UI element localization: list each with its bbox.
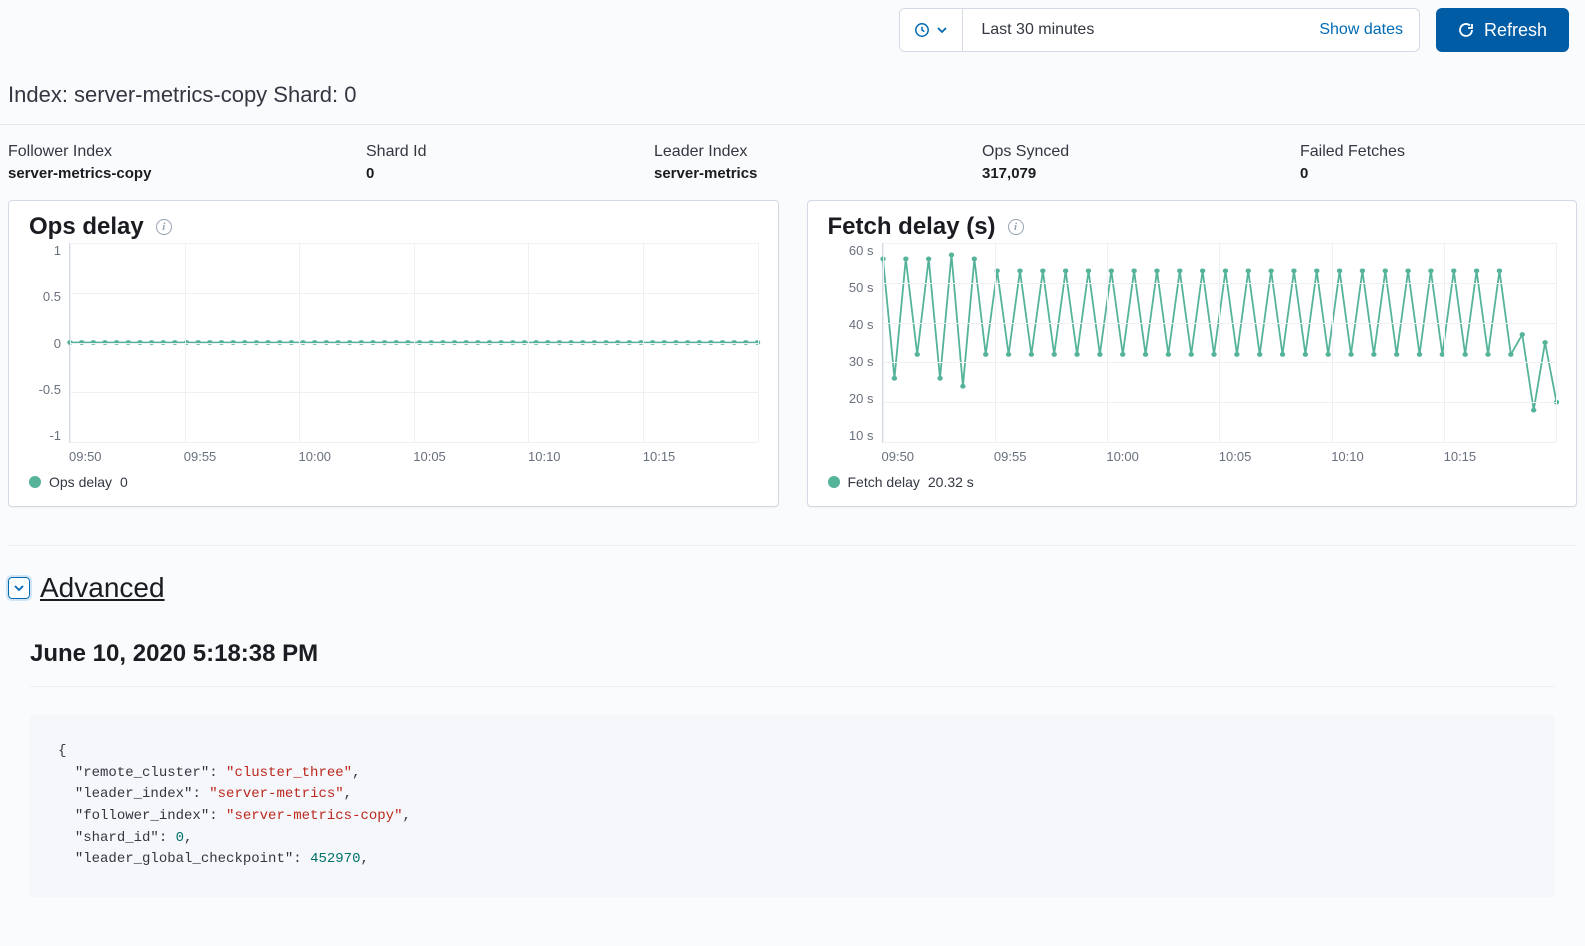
y-tick: -1 (49, 428, 61, 443)
x-tick: 10:10 (1331, 449, 1443, 464)
chart-title: Ops delay (29, 213, 144, 241)
y-tick: 40 s (849, 317, 874, 332)
advanced-timestamp: June 10, 2020 5:18:38 PM (0, 612, 1585, 686)
x-axis: 09:5009:5510:0010:0510:1010:15 (882, 443, 1557, 464)
stat-shard-id: Shard Id 0 (366, 143, 646, 182)
legend-color-dot (828, 476, 840, 488)
plot-area[interactable] (882, 243, 1557, 443)
stat-value: server-metrics (654, 165, 974, 182)
x-tick: 10:15 (1444, 449, 1556, 464)
stat-value: 0 (1300, 165, 1405, 182)
chart-legend: Ops delay 0 (29, 474, 758, 490)
stat-leader-index: Leader Index server-metrics (654, 143, 974, 182)
x-tick: 09:55 (994, 449, 1106, 464)
y-tick: 20 s (849, 391, 874, 406)
info-icon[interactable]: i (156, 219, 172, 235)
legend-name: Fetch delay (848, 474, 920, 490)
advanced-json-block: { "remote_cluster": "cluster_three", "le… (30, 715, 1555, 897)
x-tick: 10:05 (413, 449, 528, 464)
x-tick: 09:50 (69, 449, 184, 464)
stat-failed-fetches: Failed Fetches 0 (1300, 143, 1405, 182)
show-dates-link[interactable]: Show dates (1303, 9, 1419, 51)
y-axis: 60 s 50 s 40 s 30 s 20 s 10 s (828, 243, 882, 443)
stat-follower-index: Follower Index server-metrics-copy (8, 143, 358, 182)
chevron-down-icon (936, 24, 948, 36)
refresh-icon (1458, 22, 1474, 38)
chart-ops-delay: Ops delay i 10.50-0.5-1 09:5009:5510:001… (8, 200, 779, 507)
y-tick: 0.5 (43, 289, 61, 304)
advanced-toggle-button[interactable] (8, 577, 30, 599)
x-tick: 10:00 (1106, 449, 1218, 464)
clock-icon (914, 22, 930, 38)
x-axis: 09:5009:5510:0010:0510:1010:15 (69, 443, 758, 464)
date-range-picker[interactable]: Last 30 minutes Show dates (899, 8, 1420, 52)
stat-value: server-metrics-copy (8, 165, 358, 182)
y-tick: 50 s (849, 280, 874, 295)
y-tick: 0 (54, 336, 61, 351)
stat-value: 0 (366, 165, 646, 182)
x-tick: 09:55 (184, 449, 299, 464)
divider (30, 686, 1555, 687)
info-icon[interactable]: i (1008, 219, 1024, 235)
legend-value: 0 (120, 474, 128, 490)
stat-label: Leader Index (654, 143, 974, 161)
stats-row: Follower Index server-metrics-copy Shard… (0, 125, 1585, 188)
refresh-button[interactable]: Refresh (1436, 8, 1569, 52)
x-tick: 10:00 (299, 449, 414, 464)
date-quick-select-button[interactable] (900, 9, 963, 51)
chart-legend: Fetch delay 20.32 s (828, 474, 1557, 490)
y-tick: -0.5 (39, 382, 61, 397)
advanced-section-title[interactable]: Advanced (40, 572, 165, 604)
x-tick: 10:15 (643, 449, 758, 464)
stat-label: Follower Index (8, 143, 358, 161)
page-title: Index: server-metrics-copy Shard: 0 (0, 60, 1585, 125)
chart-row: Ops delay i 10.50-0.5-1 09:5009:5510:001… (0, 188, 1585, 515)
y-axis: 1 0.5 0 -0.5 -1 (29, 243, 69, 443)
refresh-button-label: Refresh (1484, 20, 1547, 41)
legend-color-dot (29, 476, 41, 488)
y-tick: 60 s (849, 243, 874, 258)
chart-fetch-delay: Fetch delay (s) i 60 s 50 s 40 s 30 s 20 s 10… (807, 200, 1578, 507)
legend-value: 20.32 s (928, 474, 974, 490)
y-tick: 10 s (849, 428, 874, 443)
stat-label: Failed Fetches (1300, 143, 1405, 161)
stat-ops-synced: Ops Synced 317,079 (982, 143, 1292, 182)
chart-title: Fetch delay (s) (828, 213, 996, 241)
x-tick: 09:50 (882, 449, 994, 464)
y-tick: 1 (54, 243, 61, 258)
plot-area[interactable] (69, 243, 758, 443)
legend-name: Ops delay (49, 474, 112, 490)
stat-label: Shard Id (366, 143, 646, 161)
stat-label: Ops Synced (982, 143, 1292, 161)
x-tick: 10:05 (1219, 449, 1331, 464)
stat-value: 317,079 (982, 165, 1292, 182)
date-range-label[interactable]: Last 30 minutes (963, 9, 1303, 51)
x-tick: 10:10 (528, 449, 643, 464)
y-tick: 30 s (849, 354, 874, 369)
chevron-down-icon (13, 582, 25, 594)
